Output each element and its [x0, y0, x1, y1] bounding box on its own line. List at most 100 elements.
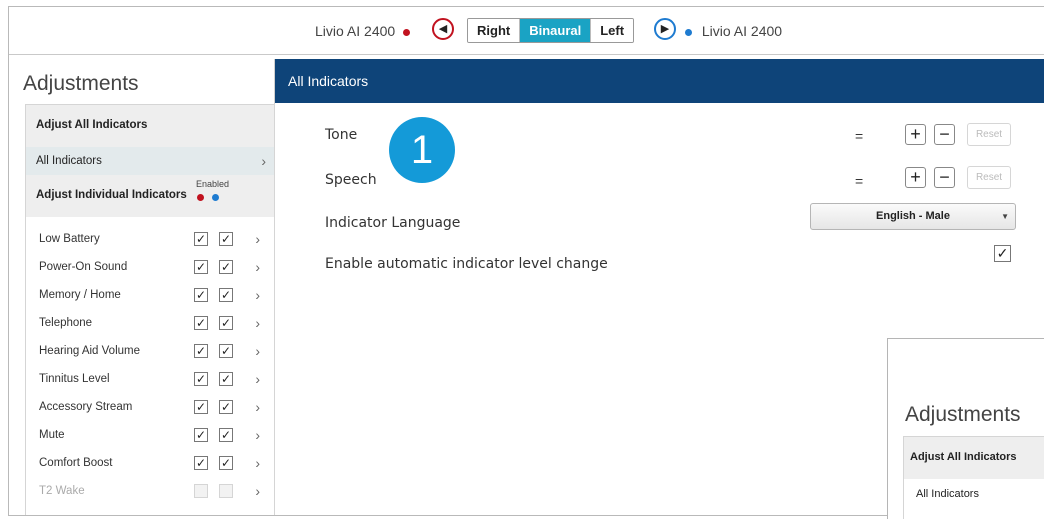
right-enabled-checkbox[interactable]: ✓	[219, 372, 233, 386]
section-adjust-all: Adjust All Indicators	[26, 105, 274, 147]
speech-equal-indicator: =	[855, 173, 864, 189]
right-enabled-checkbox[interactable]: ✓	[219, 232, 233, 246]
inset-item-all-indicators[interactable]: All Indicators	[904, 479, 1044, 509]
indicator-label: Accessory Stream	[39, 401, 133, 413]
indicator-row[interactable]: Comfort Boost ✓ ✓ ›	[26, 449, 274, 477]
individual-indicator-list: Low Battery ✓ ✓ › Power-On Sound ✓ ✓ › Memory / …	[26, 225, 274, 505]
indicator-row[interactable]: Mute ✓ ✓ ›	[26, 421, 274, 449]
chevron-right-icon: ›	[255, 231, 260, 247]
inset-title: Adjustments	[905, 403, 1021, 426]
right-enabled-checkbox[interactable]: ✓	[219, 344, 233, 358]
indicator-language-label: Indicator Language	[325, 215, 461, 231]
speech-plus-button[interactable]: +	[905, 167, 926, 188]
chevron-right-icon: ›	[255, 399, 260, 415]
adjustments-sidebar: Adjustments Adjust All Indicators All In…	[9, 59, 275, 515]
chevron-right-icon: ›	[255, 287, 260, 303]
left-device-label: Livio AI 2400	[315, 23, 411, 39]
left-enabled-checkbox[interactable]: ✓	[194, 456, 208, 470]
chevron-right-icon: ›	[261, 153, 266, 169]
indicator-label: Power-On Sound	[39, 261, 128, 273]
right-ear-dot	[212, 194, 219, 202]
left-device-dot	[403, 28, 411, 36]
chevron-right-icon: ›	[255, 343, 260, 359]
sidebar-title: Adjustments	[23, 72, 139, 95]
indicator-label: Hearing Aid Volume	[39, 345, 141, 357]
ear-right-button[interactable]: Right	[468, 19, 521, 42]
right-device-name: Livio AI 2400	[701, 23, 783, 39]
tone-label: Tone	[325, 127, 358, 143]
auto-level-checkbox[interactable]: ✓	[994, 245, 1011, 262]
tone-reset-button[interactable]: Reset	[967, 123, 1011, 146]
indicator-label: Telephone	[39, 317, 93, 329]
ear-binaural-button[interactable]: Binaural	[520, 19, 592, 42]
chevron-right-icon: ›	[255, 315, 260, 331]
indicator-row[interactable]: Accessory Stream ✓ ✓ ›	[26, 393, 274, 421]
ear-left-button[interactable]: Left	[591, 19, 634, 42]
speech-label: Speech	[325, 172, 377, 188]
speech-minus-button[interactable]: −	[934, 167, 955, 188]
speech-reset-button[interactable]: Reset	[967, 166, 1011, 189]
right-enabled-checkbox[interactable]: ✓	[219, 316, 233, 330]
tone-minus-button[interactable]: −	[934, 124, 955, 145]
left-enabled-checkbox[interactable]: ✓	[194, 344, 208, 358]
left-enabled-checkbox[interactable]: ✓	[194, 316, 208, 330]
inset-section-adjust-all: Adjust All Indicators	[904, 437, 1044, 479]
indicator-label: Low Battery	[39, 233, 100, 245]
chevron-right-icon: ›	[255, 483, 260, 499]
indicator-language-select[interactable]: English - Male ▼	[810, 203, 1016, 230]
left-enabled-checkbox[interactable]: ✓	[194, 260, 208, 274]
right-device-dot	[685, 28, 692, 36]
indicator-row[interactable]: Telephone ✓ ✓ ›	[26, 309, 274, 337]
sidebar-item-label: All Indicators	[36, 155, 102, 167]
indicator-list: Adjust All Indicators All Indicators › A…	[25, 104, 275, 515]
indicator-row[interactable]: Low Battery ✓ ✓ ›	[26, 225, 274, 253]
left-enabled-checkbox[interactable]: ✓	[194, 400, 208, 414]
right-enabled-checkbox[interactable]: ✓	[219, 400, 233, 414]
tone-equal-indicator: =	[855, 128, 864, 144]
left-ear-dot	[197, 194, 204, 202]
right-enabled-checkbox[interactable]: ✓	[219, 288, 233, 302]
indicator-row[interactable]: Hearing Aid Volume ✓ ✓ ›	[26, 337, 274, 365]
section-individual-label: Adjust Individual Indicators	[36, 189, 187, 201]
step-badge: 1	[389, 117, 455, 183]
chevron-right-icon: ›	[255, 455, 260, 471]
section-adjust-individual: Adjust Individual Indicators Enabled	[26, 175, 274, 217]
indicator-label: Memory / Home	[39, 289, 121, 301]
right-enabled-checkbox[interactable]: ✓	[219, 456, 233, 470]
left-speaker-icon[interactable]: ◀	[432, 18, 454, 40]
enabled-dots	[197, 194, 227, 202]
left-enabled-checkbox[interactable]: ✓	[194, 288, 208, 302]
right-enabled-checkbox	[219, 484, 233, 498]
chevron-right-icon: ›	[255, 427, 260, 443]
indicator-label: T2 Wake	[39, 485, 85, 497]
tone-plus-button[interactable]: +	[905, 124, 926, 145]
indicator-row[interactable]: Memory / Home ✓ ✓ ›	[26, 281, 274, 309]
dropdown-arrow-icon: ▼	[1001, 212, 1009, 221]
right-device-label: Livio AI 2400	[685, 23, 782, 39]
chevron-right-icon: ›	[255, 259, 260, 275]
zoom-inset: Adjustments Adjust All Indicators All In…	[887, 338, 1044, 519]
left-device-name: Livio AI 2400	[315, 23, 396, 39]
indicator-row[interactable]: Tinnitus Level ✓ ✓ ›	[26, 365, 274, 393]
language-selected-value: English - Male	[876, 210, 950, 222]
auto-level-label: Enable automatic indicator level change	[325, 256, 608, 272]
right-enabled-checkbox[interactable]: ✓	[219, 428, 233, 442]
right-speaker-icon[interactable]: ▶	[654, 18, 676, 40]
indicator-label: Mute	[39, 429, 65, 441]
main-header: All Indicators	[275, 59, 1044, 103]
inset-list: Adjust All Indicators All Indicators	[903, 436, 1044, 519]
left-enabled-checkbox[interactable]: ✓	[194, 372, 208, 386]
ear-selector: Right Binaural Left	[467, 18, 635, 43]
left-enabled-checkbox[interactable]: ✓	[194, 232, 208, 246]
right-enabled-checkbox[interactable]: ✓	[219, 260, 233, 274]
chevron-right-icon: ›	[255, 371, 260, 387]
device-bar: Livio AI 2400 ◀ Right Binaural Left ▶ Li…	[9, 7, 1044, 55]
indicator-label: Comfort Boost	[39, 457, 113, 469]
indicator-row[interactable]: T2 Wake ›	[26, 477, 274, 505]
indicator-label: Tinnitus Level	[39, 373, 110, 385]
sidebar-item-all-indicators[interactable]: All Indicators ›	[26, 147, 274, 175]
left-enabled-checkbox	[194, 484, 208, 498]
enabled-label: Enabled	[196, 179, 230, 189]
indicator-row[interactable]: Power-On Sound ✓ ✓ ›	[26, 253, 274, 281]
left-enabled-checkbox[interactable]: ✓	[194, 428, 208, 442]
